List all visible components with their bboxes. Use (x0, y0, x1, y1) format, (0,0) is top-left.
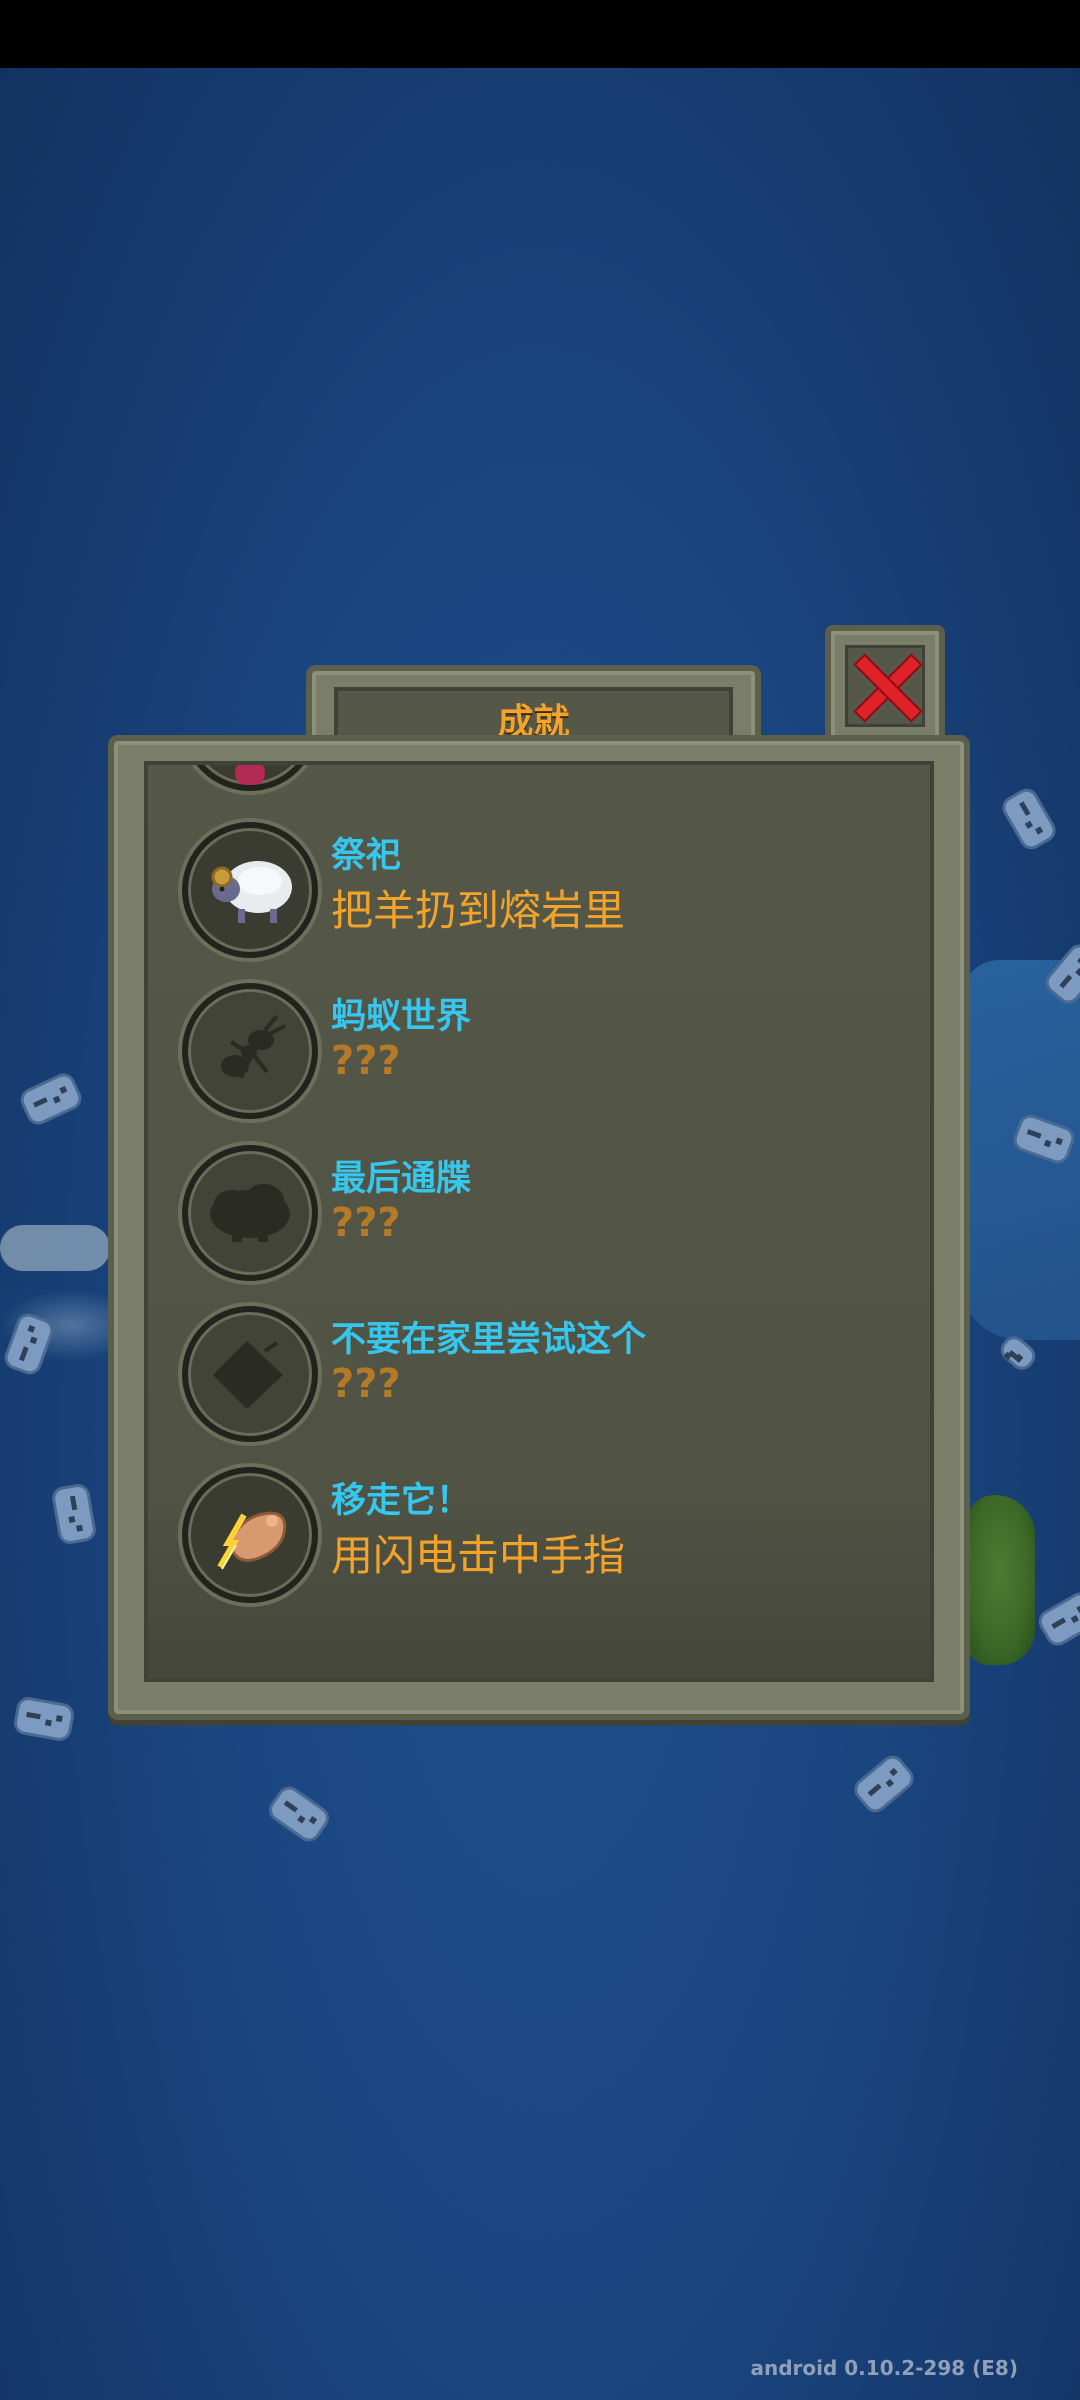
lightning-finger-icon-art (217, 1511, 287, 1570)
achievement-name: 最后通牒 (331, 1159, 472, 1199)
achievement-description: 用闪电击中手指 (331, 1531, 626, 1580)
close-button-inner[interactable] (845, 645, 925, 727)
partial-achievement-glyph (235, 765, 265, 785)
ant-icon (182, 983, 318, 1119)
close-button[interactable] (825, 625, 945, 747)
sheep-icon-art (211, 861, 292, 923)
achievement-name: 蚂蚁世界 (331, 997, 472, 1037)
achievements-list-viewport[interactable]: 祭祀 把羊扔到熔岩里 蚂蚁世界 ??? 最后通牒 ??? 不要在家里尝试这个 ?… (144, 761, 934, 1682)
achievement-item[interactable]: 最后通牒 ??? (148, 1145, 930, 1305)
cloud-silhouette-icon (210, 1184, 290, 1242)
controller-decoration-icon (12, 1695, 76, 1743)
cloud-icon (182, 1145, 318, 1281)
version-label: android 0.10.2-298 (E8) (750, 2356, 1018, 2380)
achievement-description: ??? (331, 1200, 401, 1246)
achievement-description: ??? (331, 1361, 401, 1407)
controller-decoration-icon (1034, 1588, 1080, 1650)
sheep-icon (182, 822, 318, 958)
achievement-item[interactable]: 蚂蚁世界 ??? (148, 983, 930, 1143)
controller-decoration-icon (849, 1750, 919, 1818)
achievements-panel: 祭祀 把羊扔到熔岩里 蚂蚁世界 ??? 最后通牒 ??? 不要在家里尝试这个 ?… (108, 735, 970, 1720)
ant-silhouette-icon (221, 1014, 286, 1079)
achievement-item[interactable]: 祭祀 把羊扔到熔岩里 (148, 822, 930, 982)
close-x-icon[interactable] (852, 653, 918, 719)
achievement-name: 不要在家里尝试这个 (331, 1320, 647, 1360)
achievement-description: 把羊扔到熔岩里 (331, 886, 626, 935)
controller-decoration-icon (16, 1069, 86, 1129)
achievement-description: ??? (331, 1038, 401, 1084)
controller-decoration-icon (50, 1482, 98, 1546)
controller-decoration-icon (998, 784, 1060, 854)
bomb-silhouette-icon (213, 1341, 283, 1409)
controller-decoration-icon (264, 1781, 334, 1847)
achievement-name: 祭祀 (331, 836, 402, 876)
lightning-finger-icon (182, 1467, 318, 1603)
status-bar (0, 0, 1080, 68)
partial-achievement-icon (182, 765, 318, 791)
achievement-item[interactable] (148, 765, 930, 815)
achievement-item[interactable]: 移走它！ 用闪电击中手指 (148, 1467, 930, 1627)
bomb-icon (182, 1306, 318, 1442)
achievement-name: 移走它！ (331, 1481, 472, 1521)
achievement-item[interactable]: 不要在家里尝试这个 ??? (148, 1306, 930, 1466)
cloud-decoration (0, 1225, 110, 1271)
green-island-decoration (965, 1495, 1035, 1665)
